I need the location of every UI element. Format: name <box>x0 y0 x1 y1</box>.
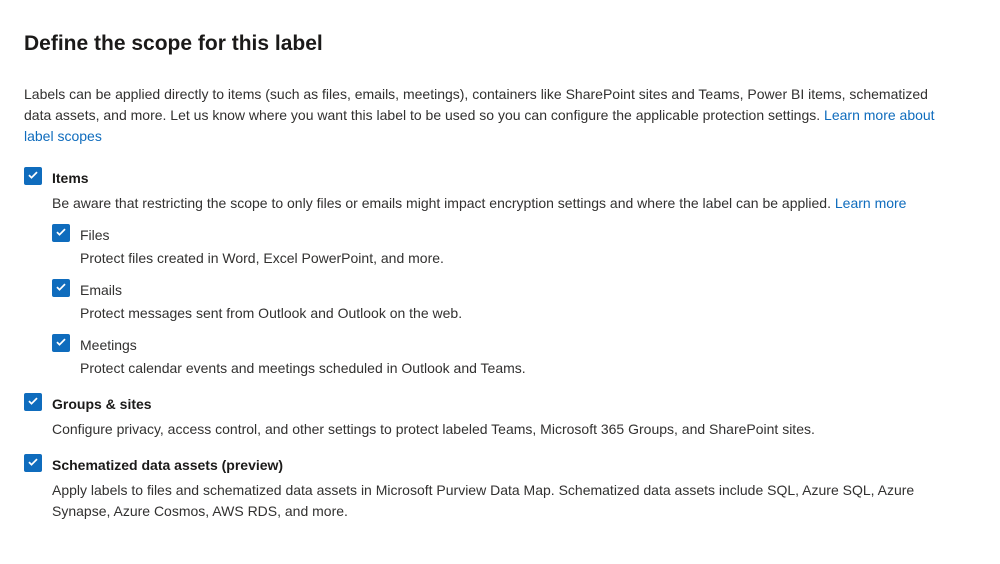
checkbox-emails[interactable] <box>52 279 70 297</box>
scope-schematized-desc: Apply labels to files and schematized da… <box>52 480 962 522</box>
sub-meetings: Meetings Protect calendar events and mee… <box>52 334 976 379</box>
scope-items-desc-text: Be aware that restricting the scope to o… <box>52 195 835 211</box>
checkmark-icon <box>54 336 68 350</box>
intro-text: Labels can be applied directly to items … <box>24 86 928 123</box>
checkbox-meetings[interactable] <box>52 334 70 352</box>
items-sub-list: Files Protect files created in Word, Exc… <box>52 224 976 379</box>
page-title: Define the scope for this label <box>24 28 976 60</box>
scope-groups-desc: Configure privacy, access control, and o… <box>52 419 962 440</box>
scope-items-label: Items <box>52 167 89 189</box>
sub-files-label: Files <box>80 224 110 246</box>
scope-schematized-label: Schematized data assets (preview) <box>52 454 283 476</box>
sub-emails-label: Emails <box>80 279 122 301</box>
sub-emails-desc: Protect messages sent from Outlook and O… <box>80 303 976 324</box>
sub-files-desc: Protect files created in Word, Excel Pow… <box>80 248 976 269</box>
sub-emails: Emails Protect messages sent from Outloo… <box>52 279 976 324</box>
checkbox-items[interactable] <box>24 167 42 185</box>
checkbox-schematized[interactable] <box>24 454 42 472</box>
checkbox-files[interactable] <box>52 224 70 242</box>
checkmark-icon <box>26 169 40 183</box>
scope-items-desc: Be aware that restricting the scope to o… <box>52 193 962 214</box>
checkmark-icon <box>26 395 40 409</box>
checkmark-icon <box>26 456 40 470</box>
sub-files: Files Protect files created in Word, Exc… <box>52 224 976 269</box>
checkmark-icon <box>54 226 68 240</box>
scope-groups-label: Groups & sites <box>52 393 152 415</box>
scope-items: Items Be aware that restricting the scop… <box>24 167 976 379</box>
checkmark-icon <box>54 281 68 295</box>
items-learn-more-link[interactable]: Learn more <box>835 195 907 211</box>
checkbox-groups[interactable] <box>24 393 42 411</box>
sub-meetings-label: Meetings <box>80 334 137 356</box>
intro-paragraph: Labels can be applied directly to items … <box>24 84 944 147</box>
sub-meetings-desc: Protect calendar events and meetings sch… <box>80 358 976 379</box>
scope-schematized: Schematized data assets (preview) Apply … <box>24 454 976 522</box>
scope-groups: Groups & sites Configure privacy, access… <box>24 393 976 440</box>
